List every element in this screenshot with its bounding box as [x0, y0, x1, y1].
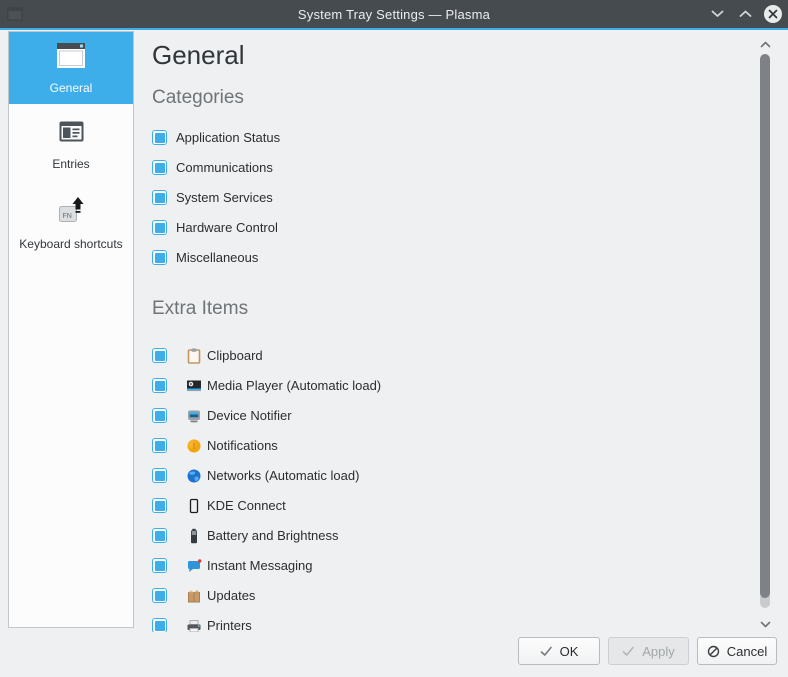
chevron-up-icon[interactable]	[736, 5, 754, 23]
item-label: System Services	[176, 190, 273, 205]
item-label: Updates	[207, 588, 255, 603]
item-label: Notifications	[207, 438, 278, 453]
ok-button-label: OK	[560, 644, 579, 659]
checkbox[interactable]	[152, 250, 167, 265]
checkbox[interactable]	[152, 498, 167, 513]
item-label: Printers	[207, 618, 252, 632]
item-label: KDE Connect	[207, 498, 286, 513]
window-title: System Tray Settings — Plasma	[0, 7, 788, 22]
device-notifier-icon	[186, 408, 202, 424]
item-label: Miscellaneous	[176, 250, 258, 265]
chevron-down-icon[interactable]	[708, 5, 726, 23]
scroll-up-arrow-icon[interactable]	[757, 38, 773, 50]
keyboard-shortcut-icon: FN	[56, 196, 86, 230]
apply-button[interactable]: Apply	[608, 637, 689, 665]
kde-connect-icon	[186, 498, 202, 514]
battery-icon	[186, 528, 202, 544]
list-item[interactable]: Printers	[152, 611, 748, 632]
list-item[interactable]: System Services	[152, 183, 748, 213]
checkbox[interactable]	[152, 190, 167, 205]
list-item[interactable]: Notifications	[152, 431, 748, 461]
list-item[interactable]: Battery and Brightness	[152, 521, 748, 551]
section-heading-extra-items: Extra Items	[152, 298, 748, 321]
list-item[interactable]: Application Status	[152, 123, 748, 153]
check-icon	[622, 646, 635, 657]
networks-icon	[186, 468, 202, 484]
page-title: General	[152, 40, 748, 71]
checkbox[interactable]	[152, 220, 167, 235]
scroll-down-arrow-icon[interactable]	[757, 618, 773, 630]
item-label: Hardware Control	[176, 220, 278, 235]
list-item[interactable]: Hardware Control	[152, 213, 748, 243]
checkbox[interactable]	[152, 528, 167, 543]
checkbox[interactable]	[152, 130, 167, 145]
sidebar-item-label: General	[50, 81, 93, 95]
instant-messaging-icon	[186, 558, 202, 574]
list-item[interactable]: Device Notifier	[152, 401, 748, 431]
item-label: Device Notifier	[207, 408, 292, 423]
categories-list: Application Status Communications System S…	[152, 123, 748, 273]
list-item[interactable]: Updates	[152, 581, 748, 611]
checkbox[interactable]	[152, 348, 167, 363]
section-heading-categories: Categories	[152, 87, 748, 110]
extra-items-list: Clipboard Media Player (Automatic load) De…	[152, 341, 748, 632]
sidebar-item-keyboard-shortcuts[interactable]: FN Keyboard shortcuts	[9, 180, 133, 260]
list-item[interactable]: Clipboard	[152, 341, 748, 371]
checkbox[interactable]	[152, 378, 167, 393]
cancel-button-label: Cancel	[727, 644, 767, 659]
item-label: Battery and Brightness	[207, 528, 339, 543]
sidebar-item-label: Keyboard shortcuts	[19, 237, 122, 251]
check-icon	[540, 646, 553, 657]
checkbox[interactable]	[152, 408, 167, 423]
list-item[interactable]: Instant Messaging	[152, 551, 748, 581]
list-item[interactable]: KDE Connect	[152, 491, 748, 521]
clipboard-icon	[186, 348, 202, 364]
updates-icon	[186, 588, 202, 604]
item-label: Media Player (Automatic load)	[207, 378, 381, 393]
ok-button[interactable]: OK	[518, 637, 600, 665]
window-titlebar: System Tray Settings — Plasma	[0, 0, 788, 30]
cancel-slash-icon	[707, 645, 720, 658]
checkbox[interactable]	[152, 558, 167, 573]
list-item[interactable]: Communications	[152, 153, 748, 183]
item-label: Clipboard	[207, 348, 263, 363]
item-label: Networks (Automatic load)	[207, 468, 359, 483]
printers-icon	[186, 618, 202, 632]
item-label: Communications	[176, 160, 273, 175]
checkbox[interactable]	[152, 160, 167, 175]
notifications-icon	[186, 438, 202, 454]
list-item[interactable]: Networks (Automatic load)	[152, 461, 748, 491]
general-settings-page: General Categories Application Status Com…	[136, 30, 748, 632]
checkbox[interactable]	[152, 438, 167, 453]
sidebar-item-entries[interactable]: Entries	[9, 108, 133, 180]
checkbox[interactable]	[152, 618, 167, 632]
scrollbar-thumb[interactable]	[760, 54, 770, 598]
sidebar-item-general[interactable]: General	[9, 32, 133, 104]
entries-list-icon	[58, 118, 85, 150]
item-label: Application Status	[176, 130, 280, 145]
apply-button-label: Apply	[642, 644, 675, 659]
checkbox[interactable]	[152, 588, 167, 603]
svg-text:FN: FN	[63, 213, 72, 220]
settings-sidebar: General Entries FN Keyboard shortcuts	[8, 31, 134, 628]
vertical-scrollbar	[760, 30, 770, 632]
item-label: Instant Messaging	[207, 558, 313, 573]
media-player-icon	[186, 378, 202, 394]
list-item[interactable]: Media Player (Automatic load)	[152, 371, 748, 401]
general-window-icon	[55, 42, 87, 74]
sidebar-item-label: Entries	[52, 157, 89, 171]
checkbox[interactable]	[152, 468, 167, 483]
cancel-button[interactable]: Cancel	[697, 637, 777, 665]
close-icon[interactable]	[764, 5, 782, 23]
list-item[interactable]: Miscellaneous	[152, 243, 748, 273]
